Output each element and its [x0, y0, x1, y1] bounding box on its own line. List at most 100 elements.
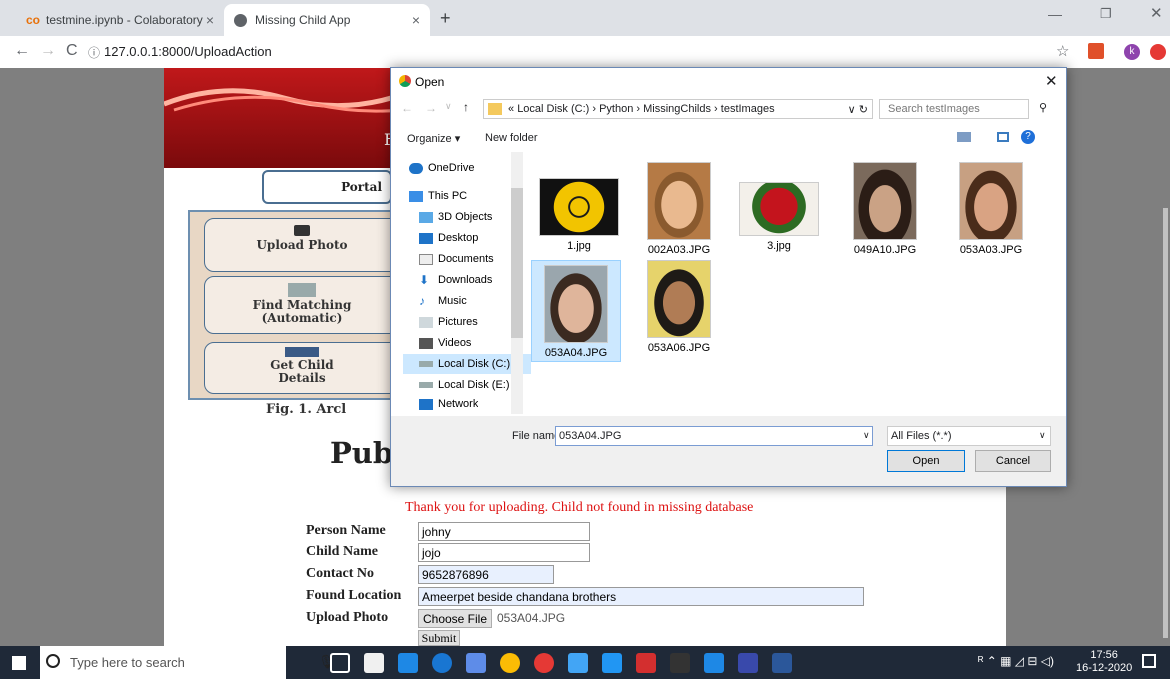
chevron-down-icon[interactable]: ∨ [863, 430, 870, 441]
nav-label: Local Disk (C:) [438, 358, 511, 370]
nav-videos[interactable]: Videos [419, 333, 471, 353]
found-location-label: Found Location [306, 588, 402, 603]
file-item[interactable]: 1.jpg [539, 162, 619, 252]
path-segment[interactable]: testImages [721, 103, 775, 115]
nav-pictures[interactable]: Pictures [419, 312, 478, 332]
window-close-icon[interactable]: ✕ [1150, 4, 1163, 22]
preview-pane-icon[interactable] [997, 132, 1009, 142]
person-name-input[interactable]: johny [418, 522, 590, 541]
picture-icon [419, 316, 433, 328]
extension-icon[interactable] [1088, 43, 1104, 59]
nav-documents[interactable]: Documents [419, 249, 494, 269]
child-name-input[interactable]: jojo [418, 543, 590, 562]
tab-colab[interactable]: co testmine.ipynb - Colaboratory × [16, 4, 224, 36]
scrollbar-thumb[interactable] [511, 188, 523, 338]
nav-label: Videos [438, 337, 472, 349]
open-button[interactable]: Open [887, 450, 965, 472]
contact-no-label: Contact No [306, 566, 375, 581]
nav-scrollbar[interactable] [511, 152, 523, 414]
minimize-icon[interactable]: — [1048, 6, 1062, 22]
file-thumbnail [647, 162, 711, 240]
paint-icon[interactable] [704, 653, 724, 673]
task-view-icon[interactable] [330, 653, 350, 673]
nav-downloads[interactable]: ⬇ Downloads [419, 270, 492, 290]
restore-icon[interactable]: ❐ [1100, 6, 1112, 22]
file-item-selected[interactable]: 053A04.JPG [531, 260, 621, 362]
cancel-button[interactable]: Cancel [975, 450, 1051, 472]
file-name-input[interactable]: 053A04.JPG [555, 426, 873, 446]
help-icon[interactable]: ? [1021, 130, 1035, 144]
tray-icons[interactable]: ᴿ ⌃ ▦ ◿ ⊟ ◁) [978, 654, 1054, 668]
new-tab-icon[interactable]: + [440, 8, 451, 29]
edge-icon[interactable] [432, 653, 452, 673]
path-bar[interactable]: « Local Disk (C:) › Python › MissingChil… [483, 99, 873, 119]
nav-network[interactable]: Network [419, 396, 478, 412]
star-icon[interactable]: ☆ [1056, 42, 1069, 60]
store-icon[interactable] [364, 653, 384, 673]
choose-file-button[interactable]: Choose File [418, 609, 492, 628]
file-item[interactable]: 3.jpg [739, 162, 819, 252]
dialog-close-icon[interactable]: ✕ [1045, 72, 1058, 90]
url-text[interactable]: 127.0.0.1:8000/UploadAction [104, 44, 272, 59]
file-item[interactable]: 002A03.JPG [639, 162, 719, 256]
notification-icon[interactable] [1142, 654, 1156, 668]
diagram-find-label: Find Matching (Automatic) [252, 298, 352, 325]
chevron-down-icon[interactable]: ∨ [1039, 430, 1046, 441]
info-icon[interactable]: ⓘ [88, 44, 100, 61]
new-folder-button[interactable]: New folder [485, 132, 538, 144]
nav-desktop[interactable]: Desktop [419, 228, 478, 248]
path-segment[interactable]: Local Disk (C:) [517, 103, 589, 115]
document-icon [419, 253, 433, 265]
up-icon[interactable]: ↑ [463, 100, 469, 114]
nav-3d-objects[interactable]: 3D Objects [419, 207, 492, 227]
file-name: 002A03.JPG [647, 244, 711, 256]
page-scrollbar[interactable] [1163, 208, 1168, 638]
python-icon[interactable] [738, 653, 758, 673]
back-icon[interactable]: ← [14, 42, 30, 60]
file-thumbnail [647, 260, 711, 338]
nav-music[interactable]: ♪ Music [419, 291, 467, 311]
file-item[interactable]: 053A03.JPG [951, 162, 1031, 256]
forward-icon[interactable]: → [425, 101, 437, 115]
profile-icon[interactable]: k [1124, 44, 1140, 60]
nav-local-disk-e[interactable]: Local Disk (E:) [419, 375, 510, 395]
reload-icon[interactable]: C [66, 42, 78, 60]
windows-start-icon[interactable] [12, 656, 26, 670]
dialog-search-input[interactable]: Search testImages [879, 99, 1029, 119]
path-segment[interactable]: MissingChilds [643, 103, 711, 115]
drive-icon [419, 361, 433, 367]
view-icon[interactable] [957, 132, 971, 142]
pdf-icon[interactable] [636, 653, 656, 673]
recent-chevron-icon[interactable]: ∨ [445, 101, 452, 112]
found-location-input[interactable]: Ameerpet beside chandana brothers [418, 587, 864, 606]
close-icon[interactable]: × [412, 12, 420, 28]
close-icon[interactable]: × [206, 12, 214, 28]
clock[interactable]: 17:56 16-12-2020 [1076, 649, 1132, 675]
network-icon [419, 398, 433, 410]
people-icon [288, 283, 316, 297]
back-icon[interactable]: ← [401, 101, 413, 115]
file-explorer-icon[interactable] [602, 653, 622, 673]
forward-icon[interactable]: → [40, 42, 56, 60]
nav-onedrive[interactable]: OneDrive [409, 158, 474, 178]
terminal-icon[interactable] [670, 653, 690, 673]
tab-missing-child[interactable]: Missing Child App × [224, 4, 430, 36]
photos-icon[interactable] [466, 653, 486, 673]
organize-button[interactable]: Organize ▾ [407, 132, 460, 145]
opera-icon[interactable] [1150, 44, 1166, 60]
file-type-select[interactable]: All Files (*.*) [887, 426, 1051, 446]
file-item[interactable]: 053A06.JPG [639, 260, 719, 354]
chrome-icon[interactable] [500, 653, 520, 673]
opera-icon[interactable] [534, 653, 554, 673]
nav-this-pc[interactable]: This PC [409, 186, 467, 206]
refresh-icon[interactable]: ∨ ↻ [848, 103, 868, 116]
word-icon[interactable] [772, 653, 792, 673]
taskbar-search[interactable]: Type here to search 🎙 [40, 646, 335, 679]
file-item[interactable]: 049A10.JPG [845, 162, 925, 256]
mail-icon[interactable] [398, 653, 418, 673]
path-segment[interactable]: Python [599, 103, 633, 115]
app-icon[interactable] [568, 653, 588, 673]
id-card-icon [285, 347, 319, 357]
contact-no-input[interactable]: 9652876896 [418, 565, 554, 584]
submit-button[interactable]: Submit [418, 630, 460, 646]
